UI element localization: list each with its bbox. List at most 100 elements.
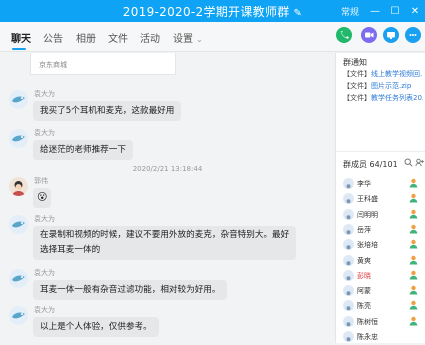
member-avatar [343, 223, 354, 235]
member-role-icon [409, 193, 418, 205]
message-bubble[interactable]: 在录制和视频的时候，建议不要用外放的麦克，杂音特别大。最好 选择耳麦一体的 [33, 226, 297, 260]
avatar[interactable] [9, 269, 28, 288]
notice-item[interactable]: 【文件】教学任务列表20... [343, 93, 423, 103]
message-timestamp: 2020/2/21 13:18:44 [132, 165, 203, 173]
member-name: 王科盛 [357, 195, 378, 204]
close-icon[interactable]: ✕ [405, 6, 425, 17]
member-row[interactable]: 彭晓 [336, 269, 425, 284]
member-row[interactable]: 闫明明 [336, 208, 425, 223]
member-name: 张培培 [357, 241, 378, 250]
minimize-icon[interactable]: — [365, 6, 385, 17]
add-member-icon[interactable] [415, 158, 424, 169]
member-row[interactable]: 张培培 [336, 238, 425, 253]
notice-tag: 【文件】 [343, 94, 371, 102]
member-row[interactable]: 黄爽 [336, 254, 425, 269]
tab-chat[interactable]: 聊天 [11, 30, 31, 45]
title-bar: 2019-2020-2学期开课教师群 ✎ 常规 — ☐ ✕ [0, 0, 425, 22]
avatar[interactable] [9, 177, 28, 196]
avatar[interactable] [9, 306, 28, 325]
sender-name: 袁大为 [34, 269, 55, 277]
member-role-icon [409, 209, 418, 221]
edit-title-icon[interactable]: ✎ [294, 8, 303, 19]
avatar[interactable] [9, 215, 28, 234]
emoji-bubble[interactable]: 😮 [33, 188, 52, 208]
sender-name: 袁大为 [34, 215, 55, 223]
notice-text: 线上教学视频回... [371, 70, 423, 78]
shared-link-card[interactable]: 京东商城 [30, 53, 176, 75]
more-menu[interactable]: 常规 [341, 5, 359, 18]
member-name: 岳萍 [357, 225, 371, 234]
notice-item[interactable]: 【文件】线上教学视频回... [343, 69, 423, 79]
more-icon[interactable] [405, 27, 421, 43]
member-name: 彭晓 [357, 271, 371, 280]
member-role-icon [409, 255, 418, 267]
member-avatar [343, 285, 354, 297]
member-avatar [343, 208, 354, 220]
tab-announcement[interactable]: 公告 [43, 30, 63, 45]
tab-settings[interactable]: 设置 ⌄ [173, 30, 203, 45]
member-row[interactable]: 陈亮 [336, 299, 425, 314]
share-screen-icon[interactable] [383, 27, 399, 43]
member-row[interactable]: 阿蒙 [336, 284, 425, 299]
member-role-icon [409, 224, 418, 236]
search-icon[interactable] [404, 158, 413, 169]
member-row[interactable]: 李华 [336, 177, 425, 192]
member-avatar [343, 239, 354, 251]
member-avatar [343, 178, 354, 189]
maximize-icon[interactable]: ☐ [385, 6, 405, 17]
avatar[interactable] [9, 90, 28, 109]
message-bubble[interactable]: 耳麦一体一般有杂音过滤功能，相对较为好用。 [33, 280, 228, 300]
member-row[interactable]: 王科盛 [336, 192, 425, 207]
notice-item[interactable]: 【文件】图片示范.zip [343, 81, 423, 91]
group-members-title: 群成员 64/101 [343, 160, 398, 169]
sender-name: 郭伟 [34, 177, 48, 185]
member-role-icon [409, 270, 418, 282]
tab-album[interactable]: 相册 [76, 30, 96, 45]
member-row[interactable]: 岳萍 [336, 223, 425, 238]
notice-tag: 【文件】 [343, 70, 371, 78]
message-line: 选择耳麦一体的 [40, 245, 101, 255]
window-controls: 常规 — ☐ ✕ [341, 0, 425, 22]
sender-name: 袁大为 [34, 129, 55, 137]
member-role-icon [409, 178, 418, 190]
sender-name: 袁大为 [34, 90, 55, 98]
member-name: 李华 [357, 180, 371, 188]
active-tab-indicator [12, 48, 26, 50]
member-name: 黄爽 [357, 256, 371, 265]
panel-divider [336, 151, 425, 152]
member-avatar [343, 254, 354, 266]
member-role-icon [409, 285, 418, 297]
qq-group-chat-window: 2019-2020-2学期开课教师群 ✎ 常规 — ☐ ✕ 聊天 公告 相册 文件… [0, 0, 425, 343]
message-bubble[interactable]: 我买了5个耳机和麦克，这款最好用 [33, 101, 182, 121]
member-role-icon [409, 316, 418, 328]
phone-icon[interactable] [336, 27, 352, 43]
card-source-label: 京东商城 [39, 61, 67, 69]
member-name: 陈永忠 [357, 333, 378, 341]
avatar[interactable] [9, 129, 28, 148]
video-icon[interactable] [361, 27, 377, 43]
group-info-panel: 群通知 【文件】线上教学视频回... 【文件】图片示范.zip 【文件】教学任务… [335, 53, 425, 343]
chat-message-area[interactable]: 京东商城 袁大为 我买了5个耳机和麦克，这款最好用 袁大为 给迷茫的老师推荐一下… [0, 53, 335, 343]
member-role-icon [409, 300, 418, 312]
message-bubble[interactable]: 以上是个人体验，仅供参考。 [33, 317, 159, 337]
message-bubble[interactable]: 给迷茫的老师推荐一下 [33, 140, 133, 160]
member-avatar [343, 193, 354, 205]
notice-text: 教学任务列表20... [371, 94, 423, 102]
member-row[interactable]: 陈树恒 [336, 315, 425, 330]
member-avatar [343, 300, 354, 312]
member-name: 陈亮 [357, 302, 371, 311]
message-line: 在录制和视频的时候，建议不要用外放的麦克，杂音特别大。最好 [40, 230, 290, 240]
member-avatar [343, 315, 354, 327]
group-name: 2019-2020-2学期开课教师群 [122, 5, 290, 19]
sender-name: 袁大为 [34, 306, 55, 314]
tab-files[interactable]: 文件 [108, 30, 128, 45]
member-avatar [343, 269, 354, 281]
tab-settings-label: 设置 [173, 34, 193, 45]
member-name: 闫明明 [357, 210, 378, 219]
member-name: 阿蒙 [357, 287, 371, 296]
member-name: 陈树恒 [357, 317, 378, 326]
notice-tag: 【文件】 [343, 82, 371, 90]
member-avatar [343, 331, 354, 342]
notice-text: 图片示范.zip [371, 82, 412, 90]
tab-activity[interactable]: 活动 [140, 30, 160, 45]
